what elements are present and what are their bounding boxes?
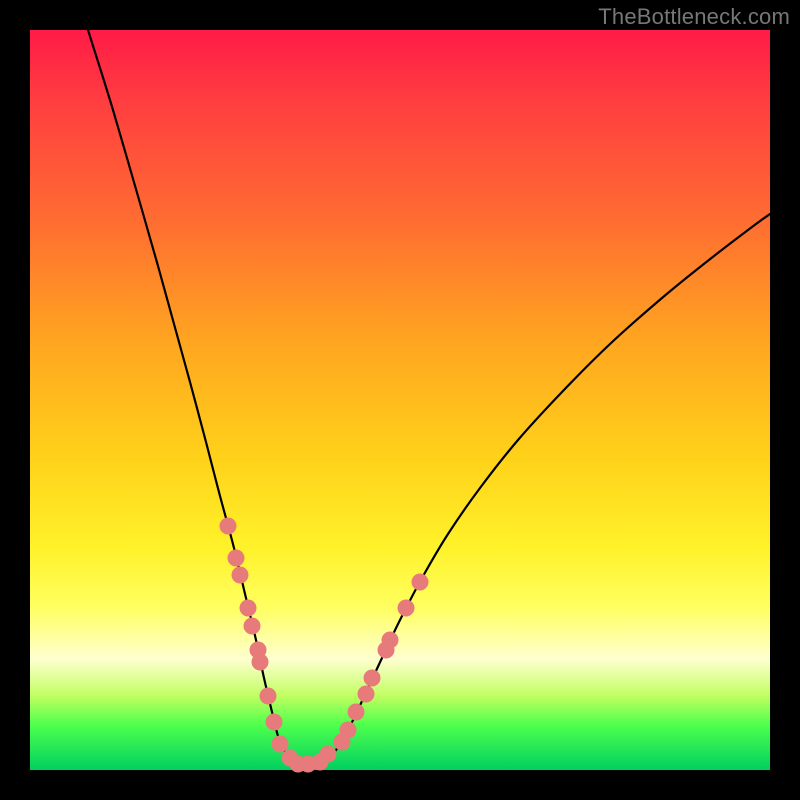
curve-dot [320, 746, 337, 763]
curve-dot [252, 654, 269, 671]
bottleneck-curve [30, 30, 770, 770]
curve-dot [364, 670, 381, 687]
curve-dot [272, 736, 289, 753]
curve-dot [412, 574, 429, 591]
curve-dot [220, 518, 237, 535]
chart-frame: TheBottleneck.com [0, 0, 800, 800]
curve-dot [398, 600, 415, 617]
curve-dot [228, 550, 245, 567]
curve-dot [266, 714, 283, 731]
curve-path [88, 30, 770, 765]
watermark-text: TheBottleneck.com [598, 4, 790, 30]
curve-dot [260, 688, 277, 705]
curve-dot [348, 704, 365, 721]
curve-dot [244, 618, 261, 635]
curve-dot [382, 632, 399, 649]
curve-dot [358, 686, 375, 703]
plot-area [30, 30, 770, 770]
curve-dot [232, 567, 249, 584]
curve-dots [220, 518, 429, 773]
curve-dot [240, 600, 257, 617]
curve-dot [340, 722, 357, 739]
